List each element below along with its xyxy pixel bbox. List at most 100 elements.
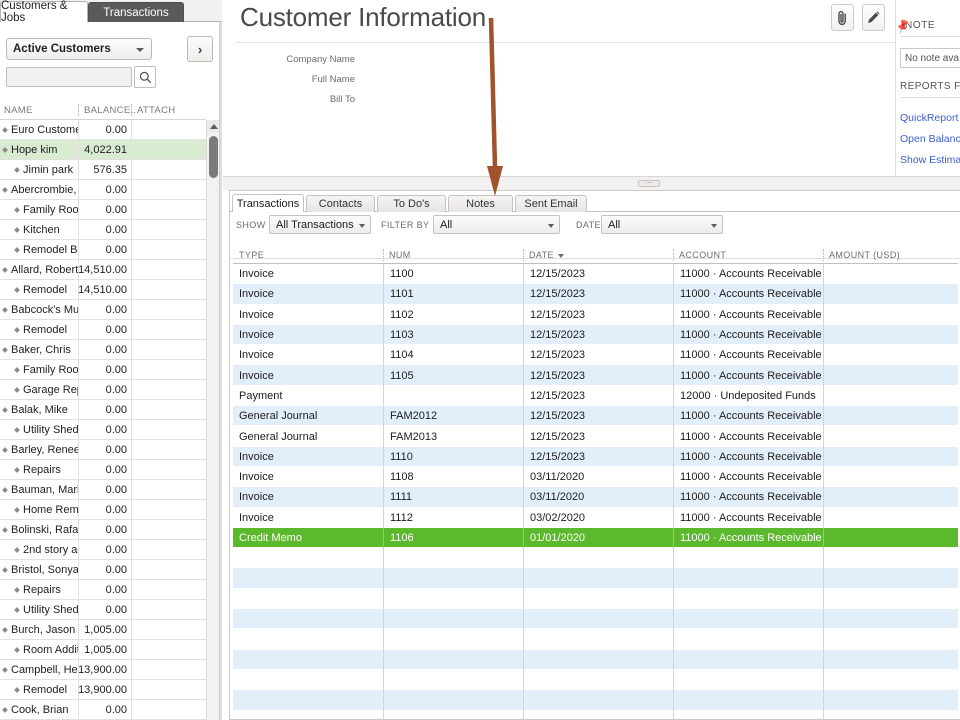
- customer-row[interactable]: Balak, Mike0.00: [0, 400, 206, 420]
- customer-list[interactable]: Euro Customer0.00Hope kim4,022.91Jimin p…: [0, 120, 206, 720]
- column-header-date[interactable]: DATE: [529, 250, 564, 260]
- customer-filter-select[interactable]: Active Customers: [6, 38, 152, 60]
- transaction-row[interactable]: Invoice111103/11/202011000 · Accounts Re…: [233, 487, 958, 507]
- customer-row[interactable]: Remodel0.00: [0, 320, 206, 340]
- tx-column-divider-2[interactable]: [523, 249, 524, 261]
- customer-name-cell: Remodel: [0, 320, 78, 339]
- customer-row[interactable]: Repairs0.00: [0, 580, 206, 600]
- column-divider-2[interactable]: [131, 104, 132, 116]
- transaction-row[interactable]: Invoice110512/15/202311000 · Accounts Re…: [233, 365, 958, 385]
- transaction-empty-row[interactable]: [233, 690, 958, 710]
- customer-row[interactable]: Campbell, Heat...13,900.00: [0, 660, 206, 680]
- customer-row[interactable]: Baker, Chris0.00: [0, 340, 206, 360]
- customer-row[interactable]: Utility Shed0.00: [0, 420, 206, 440]
- customer-search-input[interactable]: [6, 67, 132, 87]
- customer-row[interactable]: Burch, Jason1,005.00: [0, 620, 206, 640]
- customer-row[interactable]: Euro Customer0.00: [0, 120, 206, 140]
- column-header-account[interactable]: ACCOUNT: [679, 250, 726, 260]
- customer-row[interactable]: Jimin park576.35: [0, 160, 206, 180]
- customer-name-text: Family Room: [23, 364, 78, 376]
- transaction-empty-row[interactable]: [233, 629, 958, 649]
- panel-splitter[interactable]: [219, 22, 222, 720]
- customer-row[interactable]: Hope kim4,022.91: [0, 140, 206, 160]
- transaction-row[interactable]: Invoice111012/15/202311000 · Accounts Re…: [233, 447, 958, 467]
- customer-row[interactable]: Babcock's Musi...0.00: [0, 300, 206, 320]
- customer-row[interactable]: Abercrombie, Kr...0.00: [0, 180, 206, 200]
- tab-transactions[interactable]: Transactions: [232, 194, 304, 212]
- transaction-row[interactable]: Credit Memo110601/01/202011000 · Account…: [233, 528, 958, 548]
- transaction-empty-row[interactable]: [233, 670, 958, 690]
- transaction-row[interactable]: Invoice110412/15/202311000 · Accounts Re…: [233, 345, 958, 365]
- column-divider-1[interactable]: [78, 104, 79, 116]
- customer-row[interactable]: Cook, Brian0.00: [0, 700, 206, 720]
- note-text-box[interactable]: No note ava: [900, 48, 960, 68]
- transaction-empty-row[interactable]: [233, 589, 958, 609]
- customer-name-text: Remodel: [23, 324, 67, 336]
- column-header-type[interactable]: TYPE: [239, 250, 264, 260]
- customer-row[interactable]: Family Room0.00: [0, 200, 206, 220]
- column-header-attach[interactable]: ATTACH: [137, 105, 175, 116]
- customer-row[interactable]: Bolinski, Rafal0.00: [0, 520, 206, 540]
- customer-row[interactable]: Home Remo...0.00: [0, 500, 206, 520]
- customer-row[interactable]: Barley, Renee0.00: [0, 440, 206, 460]
- transaction-row[interactable]: Invoice110803/11/202011000 · Accounts Re…: [233, 467, 958, 487]
- tab-customers-and-jobs[interactable]: Customers & Jobs: [0, 1, 88, 22]
- customer-row[interactable]: Remodel14,510.00: [0, 280, 206, 300]
- tx-column-divider-4[interactable]: [823, 249, 824, 261]
- transaction-account-cell: 11000 · Accounts Receivable: [673, 406, 823, 426]
- customer-row[interactable]: Bauman, Mark0.00: [0, 480, 206, 500]
- customer-list-scrollbar[interactable]: [206, 120, 219, 720]
- transaction-empty-row[interactable]: [233, 650, 958, 670]
- transaction-row[interactable]: Invoice110212/15/202311000 · Accounts Re…: [233, 305, 958, 325]
- customer-row[interactable]: Repairs0.00: [0, 460, 206, 480]
- date-filter-select[interactable]: All: [601, 215, 723, 234]
- edit-customer-button[interactable]: [862, 4, 885, 31]
- show-filter-select[interactable]: All Transactions: [269, 215, 371, 234]
- transaction-empty-row[interactable]: [233, 711, 958, 719]
- transaction-row[interactable]: Invoice110112/15/202311000 · Accounts Re…: [233, 284, 958, 304]
- transaction-empty-row[interactable]: [233, 548, 958, 568]
- transaction-empty-row[interactable]: [233, 609, 958, 629]
- note-divider: [900, 36, 960, 37]
- tx-column-divider-1[interactable]: [383, 249, 384, 261]
- customer-row[interactable]: Allard, Robert14,510.00: [0, 260, 206, 280]
- scrollbar-thumb[interactable]: [209, 136, 218, 178]
- transaction-row[interactable]: Payment12/15/202312000 · Undeposited Fun…: [233, 386, 958, 406]
- link-open-balance[interactable]: Open Balanc: [900, 133, 960, 145]
- transaction-account-cell: 11000 · Accounts Receivable: [673, 508, 823, 528]
- column-header-amount[interactable]: AMOUNT (USD): [829, 250, 900, 260]
- customer-row[interactable]: 2nd story ad...0.00: [0, 540, 206, 560]
- tab-to-dos[interactable]: To Do's: [377, 195, 446, 212]
- attach-file-button[interactable]: [831, 4, 854, 31]
- customer-row[interactable]: Remodel13,900.00: [0, 680, 206, 700]
- transaction-row[interactable]: Invoice111203/02/202011000 · Accounts Re…: [233, 508, 958, 528]
- tab-sent-email[interactable]: Sent Email: [515, 195, 587, 212]
- tab-transactions-sidebar[interactable]: Transactions: [88, 2, 184, 22]
- filter-by-select[interactable]: All: [433, 215, 560, 234]
- customer-balance-cell: 0.00: [78, 700, 131, 719]
- transaction-row[interactable]: General JournalFAM201312/15/202311000 · …: [233, 426, 958, 446]
- link-quickreport[interactable]: QuickReport: [900, 112, 958, 124]
- tx-column-divider-3[interactable]: [673, 249, 674, 261]
- customer-row[interactable]: Kitchen0.00: [0, 220, 206, 240]
- transaction-row[interactable]: Invoice110312/15/202311000 · Accounts Re…: [233, 325, 958, 345]
- link-show-estimates[interactable]: Show Estima: [900, 154, 960, 166]
- panel-resize-grip[interactable]: ⋯: [638, 180, 660, 187]
- expand-panel-button[interactable]: ›: [187, 36, 213, 62]
- search-button[interactable]: [134, 66, 156, 88]
- transactions-table-body[interactable]: Invoice110012/15/202311000 · Accounts Re…: [233, 264, 958, 719]
- transaction-empty-row[interactable]: [233, 568, 958, 588]
- customer-row[interactable]: Bristol, Sonya0.00: [0, 560, 206, 580]
- customer-balance-cell: 14,510.00: [78, 260, 131, 279]
- column-header-name[interactable]: NAME: [4, 105, 33, 116]
- tab-notes[interactable]: Notes: [448, 195, 513, 212]
- customer-row[interactable]: Room Addition1,005.00: [0, 640, 206, 660]
- customer-row[interactable]: Remodel Bat...0.00: [0, 240, 206, 260]
- tab-contacts[interactable]: Contacts: [306, 195, 375, 212]
- customer-row[interactable]: Garage Repair0.00: [0, 380, 206, 400]
- transaction-row[interactable]: Invoice110012/15/202311000 · Accounts Re…: [233, 264, 958, 284]
- column-header-num[interactable]: NUM: [389, 250, 411, 260]
- customer-row[interactable]: Family Room0.00: [0, 360, 206, 380]
- customer-row[interactable]: Utility Shed0.00: [0, 600, 206, 620]
- transaction-row[interactable]: General JournalFAM201212/15/202311000 · …: [233, 406, 958, 426]
